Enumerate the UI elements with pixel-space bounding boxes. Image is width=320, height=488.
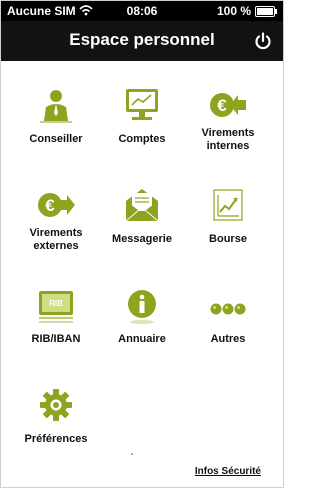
tile-label: Messagerie <box>112 233 172 245</box>
tile-label: Annuaire <box>118 333 166 345</box>
tile-label: Comptes <box>118 133 166 145</box>
power-icon[interactable] <box>253 31 273 51</box>
internal-transfer-icon: € <box>210 93 246 117</box>
tile-virements-internes[interactable]: € Virements internes <box>181 75 275 165</box>
more-dots-icon <box>210 303 246 315</box>
tile-label: Conseiller <box>29 133 83 145</box>
app-screen: Aucune SIM 08:06 100 % Espace personnel … <box>0 0 284 488</box>
tile-label: Autres <box>210 333 246 345</box>
info-icon <box>128 290 156 324</box>
tile-label: RIB/IBAN <box>31 333 81 345</box>
tile-comptes[interactable]: Comptes <box>95 75 189 165</box>
security-info-link[interactable]: Infos Sécurité <box>195 466 261 477</box>
gear-icon <box>40 389 72 421</box>
tile-label: Bourse <box>209 233 247 245</box>
advisor-icon <box>40 90 72 123</box>
accounts-icon <box>126 89 158 120</box>
tile-label: Virements externes <box>29 227 83 252</box>
tile-autres[interactable]: Autres <box>181 275 275 365</box>
rib-card-icon: RIB <box>39 291 73 323</box>
tile-preferences[interactable]: Préférences <box>9 375 103 465</box>
tile-bourse[interactable]: Bourse <box>181 175 275 265</box>
tile-conseiller[interactable]: Conseiller <box>9 75 103 165</box>
tile-messagerie[interactable]: Messagerie <box>95 175 189 265</box>
status-bar: Aucune SIM 08:06 100 % <box>1 1 283 21</box>
svg-text:€: € <box>45 196 55 215</box>
battery-percent: 100 % <box>216 4 251 18</box>
divider-dot <box>131 453 133 455</box>
tile-label: Virements internes <box>201 127 255 152</box>
mail-icon <box>125 189 159 222</box>
tile-annuaire[interactable]: Annuaire <box>95 275 189 365</box>
external-transfer-icon: € <box>38 193 75 217</box>
stock-chart-icon <box>213 189 243 221</box>
tile-virements-externes[interactable]: € Virements externes <box>9 175 103 265</box>
svg-text:RIB: RIB <box>49 299 63 308</box>
tile-rib-iban[interactable]: RIB RIB/IBAN <box>9 275 103 365</box>
tile-label: Préférences <box>24 433 88 445</box>
header-bar: Espace personnel <box>1 21 283 61</box>
svg-text:€: € <box>217 96 227 115</box>
page-title: Espace personnel <box>69 30 215 49</box>
battery-icon <box>255 6 277 17</box>
